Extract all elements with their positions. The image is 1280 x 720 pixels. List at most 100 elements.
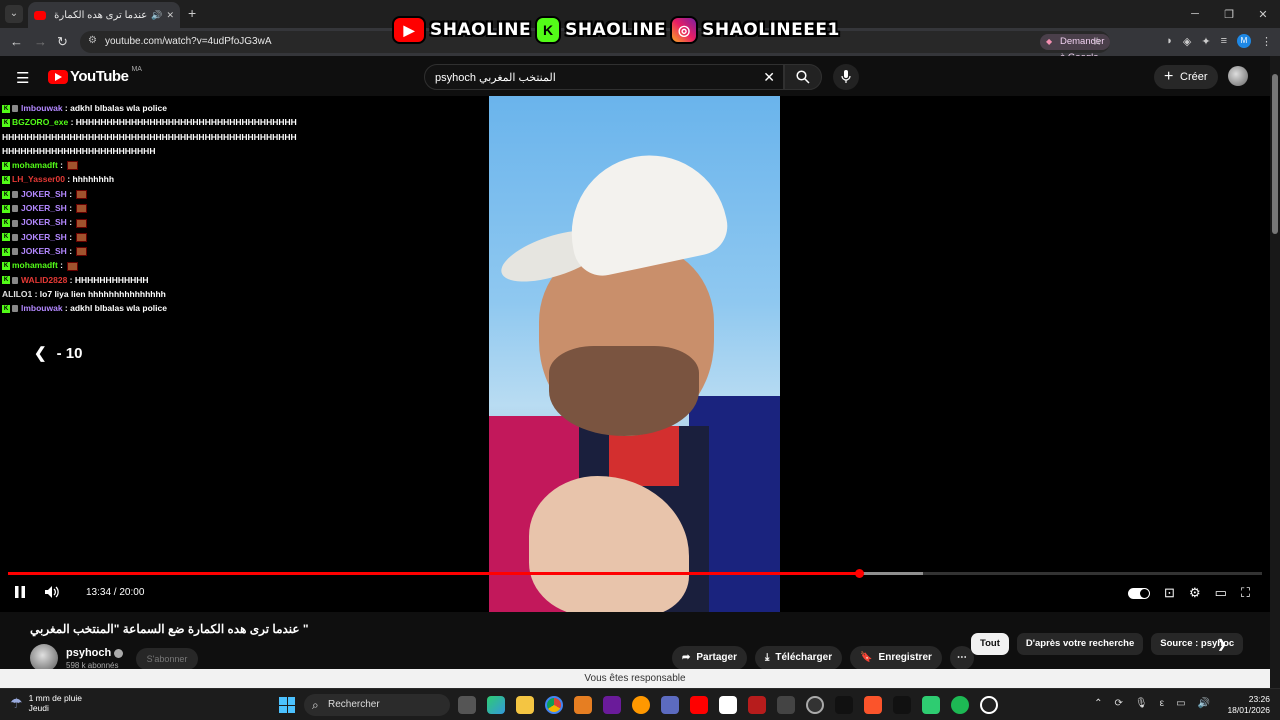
player-controls-left: 13:34 / 20:00 (14, 585, 144, 599)
page-scrollbar[interactable] (1270, 56, 1280, 688)
close-tab-icon[interactable]: ✕ (166, 10, 174, 21)
app-circle-icon[interactable] (806, 696, 824, 714)
app-a-icon[interactable] (574, 696, 592, 714)
new-tab-button[interactable]: + (188, 5, 196, 21)
mic-tray-icon[interactable]: 🎙 (1135, 698, 1148, 709)
chat-message: Kmohamadft : (2, 158, 302, 172)
chevron-up-icon[interactable]: ⌃ (1094, 698, 1102, 709)
chevron-right-icon[interactable]: ❯ (1217, 637, 1227, 651)
netflix-icon[interactable] (748, 696, 766, 714)
region-code: MA (131, 66, 142, 73)
instagram-logo-icon: ◎ (670, 16, 699, 44)
sync-icon[interactable]: ⟳ (1115, 698, 1123, 709)
clock-time: 23:26 (1248, 694, 1270, 704)
pause-icon[interactable] (14, 585, 26, 599)
download-button[interactable]: ⤓ Télécharger (754, 646, 843, 670)
youtube-app-icon[interactable] (690, 696, 708, 714)
brave-icon[interactable] (864, 696, 882, 714)
reload-icon[interactable]: ↻ (57, 34, 68, 50)
speaker-icon[interactable]: 🔊 (1198, 698, 1210, 709)
windows-start-icon[interactable] (279, 697, 295, 713)
search-box[interactable]: ✕ (424, 64, 784, 90)
media-player-icon[interactable] (980, 696, 998, 714)
download-icon: ⤓ (764, 652, 770, 663)
xm-icon[interactable] (835, 696, 853, 714)
minimize-icon[interactable]: ─ (1178, 0, 1212, 28)
chat-text: adkhl blbalas wla police (70, 103, 167, 113)
search-button[interactable] (784, 64, 822, 90)
scrubber-handle[interactable] (854, 569, 864, 578)
save-button[interactable]: 🔖 Enregistrer (850, 646, 942, 670)
banner-instagram-handle: SHAOLINEEE1 (702, 20, 840, 40)
maximize-icon[interactable]: ❐ (1212, 0, 1246, 28)
extensions-puzzle-icon[interactable]: ✦ (1201, 35, 1210, 48)
share-button[interactable]: ➦ Partager (672, 646, 747, 670)
menu-icon[interactable]: ☰ (16, 69, 29, 87)
fn-app-icon[interactable] (719, 696, 737, 714)
volume-icon[interactable] (44, 585, 60, 599)
audio-playing-icon[interactable]: 🔊 (151, 10, 162, 21)
close-window-icon[interactable]: ✕ (1246, 0, 1280, 28)
tab-search-button[interactable]: ⌄ (5, 5, 23, 23)
chat-username: LH_Yasser00 (12, 174, 65, 185)
subscriber-badge-icon (12, 276, 18, 284)
kick-badge-icon: K (2, 247, 10, 256)
scrollbar-thumb[interactable] (1272, 74, 1278, 234)
theater-mode-icon[interactable]: ▭ (1215, 585, 1227, 601)
active-tab[interactable]: عندما ترى هده الكمارة ضع ال... 🔊 ✕ (28, 2, 180, 28)
profile-avatar[interactable]: M (1237, 34, 1251, 48)
channel-name[interactable]: psyhoch (66, 647, 111, 659)
weather-widget[interactable]: ☂ 1 mm de pluie Jeudi (10, 693, 82, 713)
search-input[interactable] (435, 69, 755, 85)
app-icon[interactable] (777, 696, 795, 714)
subtitles-icon[interactable]: ⊡ (1164, 585, 1175, 601)
subscriber-badge-icon (12, 219, 18, 227)
time-display: 13:34 / 20:00 (86, 586, 145, 598)
browser-menu-icon[interactable]: ⋮ (1261, 35, 1272, 48)
spotify-icon[interactable] (951, 696, 969, 714)
fullscreen-icon[interactable]: ⛶ (1241, 585, 1250, 601)
kick-logo-icon: K (535, 16, 562, 44)
firefox-icon[interactable] (632, 696, 650, 714)
visual-studio-icon[interactable] (603, 696, 621, 714)
bookmark-star-icon[interactable]: ☆ (1092, 35, 1102, 48)
clock[interactable]: 23:26 18/01/2026 (1227, 694, 1270, 716)
file-explorer-icon[interactable] (516, 696, 534, 714)
channel-name-row[interactable]: psyhoch (66, 647, 124, 659)
played-bar (8, 572, 859, 575)
autoplay-toggle[interactable] (1128, 587, 1151, 599)
site-info-icon[interactable]: ⚙ (88, 35, 97, 46)
url-text[interactable]: youtube.com/watch?v=4udPfoJG3wA (105, 36, 271, 47)
subscriber-badge-icon (12, 305, 18, 313)
settings-gear-icon[interactable]: ⚙ (1189, 585, 1201, 601)
teams-icon[interactable] (661, 696, 679, 714)
youtube-logo[interactable]: YouTube MA (48, 66, 142, 85)
ime-indicator[interactable]: ε (1160, 698, 1164, 709)
youtube-wordmark: YouTube (70, 68, 129, 85)
voice-search-button[interactable] (833, 64, 859, 90)
extension-shield-icon[interactable]: ◈ (1183, 35, 1191, 48)
task-view-icon[interactable] (458, 696, 476, 714)
create-button[interactable]: Créer (1154, 65, 1218, 89)
reading-mode-icon[interactable]: ◗ (1166, 35, 1173, 47)
channel-avatar[interactable] (30, 644, 58, 672)
subscriber-badge-icon (12, 248, 18, 256)
tradingview-icon[interactable] (893, 696, 911, 714)
taskbar-search[interactable]: Rechercher (304, 694, 450, 716)
edge-icon[interactable] (487, 696, 505, 714)
media-controls-icon[interactable]: ≡ (1221, 35, 1227, 47)
network-icon[interactable]: ▭ (1176, 698, 1185, 709)
back-icon[interactable]: ← (10, 34, 23, 49)
chip-source[interactable]: Source : psyhoc (1151, 633, 1244, 655)
kick-badge-icon: K (2, 161, 10, 170)
chrome-icon[interactable] (545, 696, 563, 714)
chip-all[interactable]: Tout (971, 633, 1009, 655)
chip-from-search[interactable]: D'après votre recherche (1016, 633, 1144, 655)
forward-icon[interactable]: → (34, 34, 47, 49)
kick-badge-icon: K (2, 176, 10, 185)
user-avatar[interactable] (1228, 66, 1248, 86)
clear-search-icon[interactable]: ✕ (763, 69, 775, 86)
subscribe-button[interactable]: S'abonner (136, 648, 198, 670)
app-green-icon[interactable] (922, 696, 940, 714)
video-player[interactable]: Klmbouwak : adkhl blbalas wla police K BGZ… (0, 96, 1270, 612)
